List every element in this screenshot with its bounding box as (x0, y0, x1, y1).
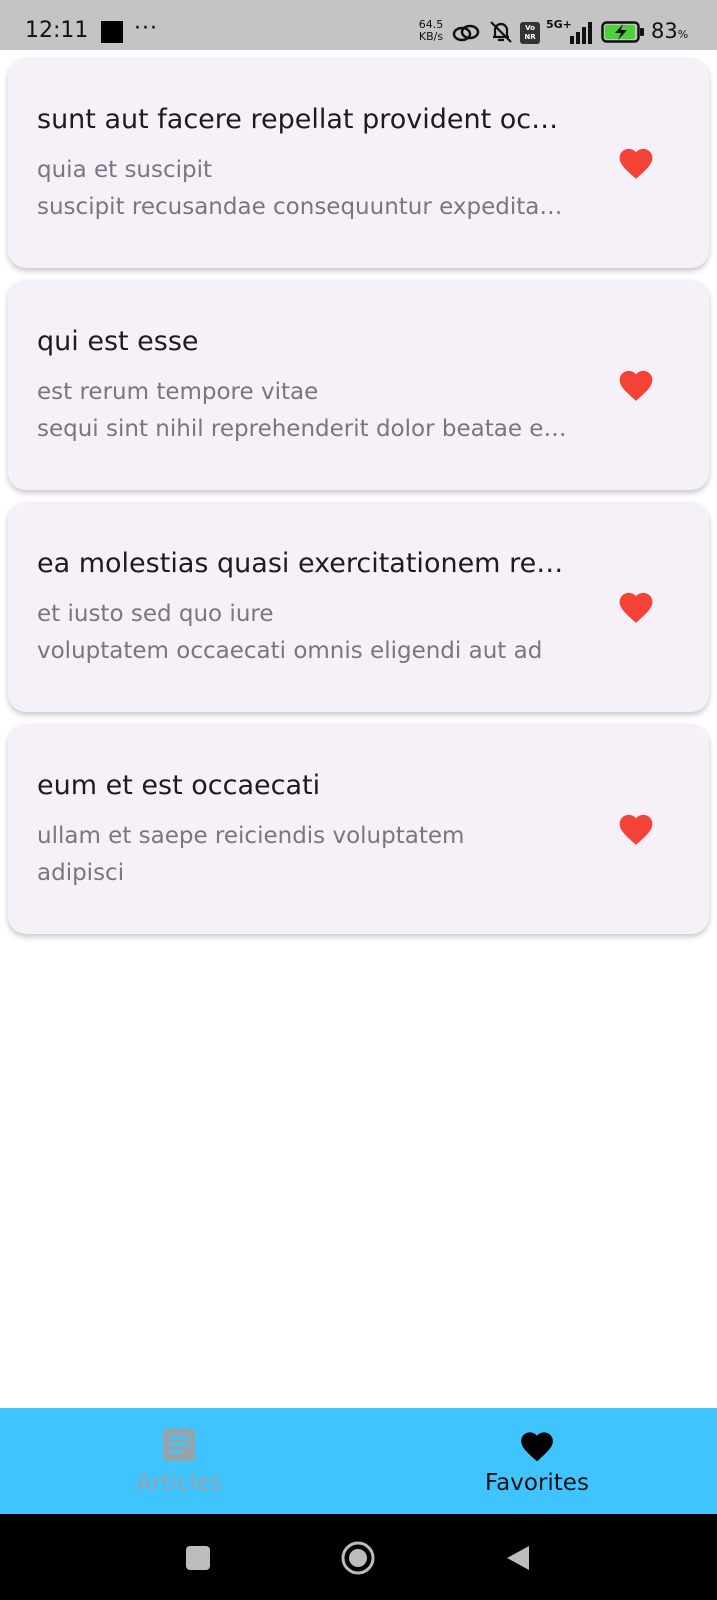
status-more-indicator: ··· (134, 16, 158, 41)
article-body-line: voluptatem occaecati omnis eligendi aut … (37, 638, 543, 664)
system-navigation-bar (0, 1514, 717, 1600)
battery-percent: 83% (651, 18, 688, 48)
article-body-line: et iusto sed quo iure (37, 601, 274, 627)
home-circle-icon[interactable] (340, 1540, 376, 1576)
nav-label-articles: Articles (136, 1470, 222, 1496)
recents-square-icon[interactable] (183, 1543, 213, 1573)
article-body-line: ullam et saepe reiciendis voluptatem (37, 823, 465, 849)
article-body: ullam et saepe reiciendis voluptatem adi… (37, 818, 567, 892)
article-title: ea molestias quasi exercitationem repell… (37, 548, 567, 579)
heart-icon (521, 1432, 553, 1462)
favorite-heart-icon[interactable] (616, 144, 656, 180)
network-speed-unit: KB/s (418, 30, 444, 43)
battery-charging-icon (601, 21, 644, 43)
article-body: quia et suscipit suscipit recusandae con… (37, 152, 567, 226)
status-time: 12:11 (25, 18, 89, 43)
favorite-heart-icon[interactable] (616, 588, 656, 624)
bottom-navigation: Articles Favorites (0, 1408, 717, 1514)
nav-item-articles[interactable]: Articles (0, 1408, 358, 1514)
article-body-line: quia et suscipit (37, 157, 213, 183)
article-card[interactable]: eum et est occaecati ullam et saepe reic… (8, 724, 709, 934)
favorite-heart-icon[interactable] (616, 366, 656, 402)
signal-icon (570, 22, 592, 44)
vonr-badge: Vo NR (520, 22, 540, 44)
hotspot-link-icon (452, 24, 480, 42)
article-body-line: adipisci (37, 860, 125, 886)
article-body: et iusto sed quo iure voluptatem occaeca… (37, 596, 567, 670)
article-body-line: suscipit recusandae consequuntur expedit… (37, 194, 567, 220)
article-card[interactable]: qui est esse est rerum tempore vitae seq… (8, 280, 709, 490)
notification-square-icon (101, 21, 123, 43)
back-triangle-icon[interactable] (503, 1543, 533, 1573)
nav-label-favorites: Favorites (485, 1470, 589, 1496)
status-bar: 12:11 ··· 64.5 KB/s Vo NR 5G+ 83% (0, 0, 717, 50)
battery-percent-value: 83 (651, 19, 678, 43)
article-title: sunt aut facere repellat provident occae… (37, 104, 567, 135)
article-title: eum et est occaecati (37, 770, 321, 801)
article-card[interactable]: sunt aut facere repellat provident occae… (8, 58, 709, 268)
article-title: qui est esse (37, 326, 199, 357)
favorite-heart-icon[interactable] (616, 810, 656, 846)
article-icon (163, 1429, 195, 1461)
nav-item-favorites[interactable]: Favorites (358, 1408, 716, 1514)
battery-percent-unit: % (677, 28, 689, 41)
bell-muted-icon (490, 21, 512, 43)
article-card[interactable]: ea molestias quasi exercitationem repell… (8, 502, 709, 712)
article-body: est rerum tempore vitae sequi sint nihil… (37, 374, 567, 448)
network-speed: 64.5 KB/s (416, 19, 446, 43)
article-body-line: sequi sint nihil reprehenderit dolor bea… (37, 416, 567, 442)
article-body-line: est rerum tempore vitae (37, 379, 319, 405)
